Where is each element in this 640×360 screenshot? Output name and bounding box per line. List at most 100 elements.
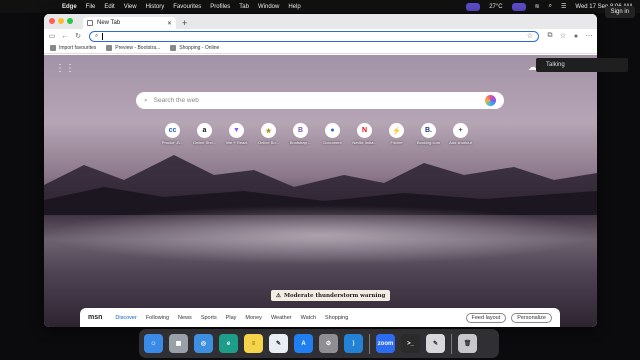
dock-app-store-icon[interactable]: A [294, 334, 313, 353]
dock-terminal-icon[interactable]: >_ [401, 334, 420, 353]
shortcut-6[interactable]: N Netflix India... [352, 123, 377, 145]
shortcut-1[interactable]: a Online Sho... [193, 123, 216, 145]
dock-launchpad-icon[interactable]: ▦ [169, 334, 188, 353]
bookmark-shopping[interactable]: Shopping - Online [170, 45, 219, 51]
tab-news[interactable]: News [178, 315, 192, 321]
minimize-window-button[interactable] [58, 18, 64, 24]
dock-edge-icon[interactable]: e [219, 334, 238, 353]
bookmark-label: Import favourites [59, 45, 97, 51]
menu-edge[interactable]: Edge [62, 4, 77, 10]
dock-separator [369, 333, 370, 354]
bookmark-label: Shopping - Online [179, 45, 220, 51]
menu-help[interactable]: Help [288, 4, 300, 10]
tab-strip: New Tab ✕ + [44, 14, 597, 29]
refresh-icon[interactable]: ↻ [74, 32, 82, 40]
profile-icon[interactable]: ● [572, 33, 580, 40]
shortcut-tile-icon: a [197, 123, 212, 138]
new-tab-page: ⋮⋮ ☁ ⌕ Search the web cc Proctor -B... a On… [44, 55, 597, 327]
shortcut-label: Vite + React [225, 140, 248, 145]
warning-icon: ⚠ [276, 292, 281, 299]
shortcut-tile-icon: N [357, 123, 372, 138]
shortcut-label: Add shortcut [449, 140, 472, 145]
shortcut-7[interactable]: ⚡ Fitchef [385, 123, 408, 145]
favourites-icon[interactable]: ☆ [559, 32, 567, 40]
shortcut-label: Booking.com [416, 140, 441, 145]
zoom-window-button[interactable] [67, 18, 73, 24]
feed-actions: Feed layout Personalize [465, 312, 552, 323]
dock-freeform-icon[interactable]: ✎ [269, 334, 288, 353]
dock: ☺ ▦ ◎ e ≡ ✎ A ⚙ ⟩ zoom >_ ✎ 🗑 [139, 329, 499, 358]
sign-in-button[interactable]: Sign in [604, 6, 635, 18]
control-center-icon[interactable]: ☰ [561, 3, 566, 10]
personalize-button[interactable]: Personalize [511, 312, 552, 323]
tab-shopping[interactable]: Shopping [325, 315, 348, 321]
tab-discover[interactable]: Discover [115, 315, 136, 321]
menu-tab[interactable]: Tab [239, 4, 249, 10]
back-icon[interactable]: ← [61, 33, 69, 40]
favourites-bar: Import favourites Preview - Bootstra... … [44, 43, 597, 54]
msn-logo[interactable]: msn [88, 314, 102, 321]
bookmark-label: Preview - Bootstra... [115, 45, 161, 51]
wifi-icon[interactable]: ≋ [535, 3, 540, 10]
shortcut-2[interactable]: ▼ Vite + React [225, 123, 248, 145]
close-tab-icon[interactable]: ✕ [167, 20, 172, 27]
dock-finder-icon[interactable]: ☺ [144, 334, 163, 353]
feed-layout-button[interactable]: Feed layout [465, 312, 507, 323]
shortcut-label: Bootstrap ... [289, 140, 312, 145]
dock-preview-icon[interactable]: ✎ [426, 334, 445, 353]
mist-layer [44, 205, 597, 265]
dock-system-settings-icon[interactable]: ⚙ [319, 334, 338, 353]
shortcut-label: Online Bo... [258, 140, 279, 145]
tab-play[interactable]: Play [226, 315, 237, 321]
shortcut-0[interactable]: cc Proctor -B... [161, 123, 184, 145]
shortcut-tile-icon: ★ [261, 123, 276, 138]
menu-edit[interactable]: Edit [104, 4, 114, 10]
bookmark-import-favourites[interactable]: Import favourites [50, 45, 96, 51]
focus-icon[interactable] [511, 2, 526, 11]
tab-following[interactable]: Following [146, 315, 169, 321]
weather-temperature[interactable]: 27°C [489, 4, 502, 10]
shortcut-tile-icon: cc [165, 123, 180, 138]
menu-history[interactable]: History [146, 4, 165, 10]
dock-notes-icon[interactable]: ≡ [244, 334, 263, 353]
tab-watch[interactable]: Watch [301, 315, 316, 321]
menu-window[interactable]: Window [258, 4, 279, 10]
close-window-button[interactable] [49, 18, 55, 24]
screen-record-icon[interactable] [466, 2, 481, 11]
dock-safari-icon[interactable]: ◎ [194, 334, 213, 353]
address-bar[interactable]: ⌕ ☆ [89, 30, 539, 42]
shortcut-tile-icon: B. [421, 123, 436, 138]
weather-warning-badge[interactable]: ⚠ Moderate thunderstorm warning [271, 290, 391, 301]
menu-view[interactable]: View [124, 4, 137, 10]
shortcut-label: Proctor -B... [161, 140, 184, 145]
dock-trash-icon[interactable]: 🗑 [458, 334, 477, 353]
favourite-star-icon[interactable]: ☆ [527, 32, 533, 40]
new-tab-button[interactable]: + [182, 18, 187, 28]
dock-vscode-icon[interactable]: ⟩ [344, 334, 363, 353]
tab-new-tab[interactable]: New Tab ✕ [83, 17, 176, 29]
tab-weather[interactable]: Weather [271, 315, 292, 321]
dock-zoom-icon[interactable]: zoom [376, 334, 395, 353]
copilot-icon[interactable] [485, 95, 496, 106]
search-placeholder: Search the web [153, 97, 199, 104]
shortcut-8[interactable]: B. Booking.com [417, 123, 440, 145]
search-icon[interactable]: ⌕ [549, 3, 552, 10]
bookmark-preview-bootstrap[interactable]: Preview - Bootstra... [106, 45, 160, 51]
shortcut-label: Document [323, 140, 342, 145]
more-menu-icon[interactable]: ⋯ [585, 32, 593, 40]
shortcut-9[interactable]: + Add shortcut [449, 123, 472, 145]
web-search-box[interactable]: ⌕ Search the web [136, 92, 504, 109]
tab-title: New Tab [97, 20, 121, 26]
shortcut-3[interactable]: ★ Online Bo... [257, 123, 280, 145]
tab-actions-icon[interactable]: ⧉ [546, 32, 554, 40]
menu-file[interactable]: File [86, 4, 96, 10]
menu-profiles[interactable]: Profiles [210, 4, 230, 10]
shortcut-4[interactable]: B Bootstrap ... [289, 123, 312, 145]
tab-money[interactable]: Money [245, 315, 262, 321]
sidebar-toggle-icon[interactable]: ▭ [48, 32, 56, 40]
shortcut-label: Online Sho... [192, 140, 217, 145]
menu-favourites[interactable]: Favourites [173, 4, 201, 10]
apps-grid-icon[interactable]: ⋮⋮ [55, 63, 75, 74]
shortcut-5[interactable]: ● Document [321, 123, 344, 145]
tab-sports[interactable]: Sports [201, 315, 217, 321]
